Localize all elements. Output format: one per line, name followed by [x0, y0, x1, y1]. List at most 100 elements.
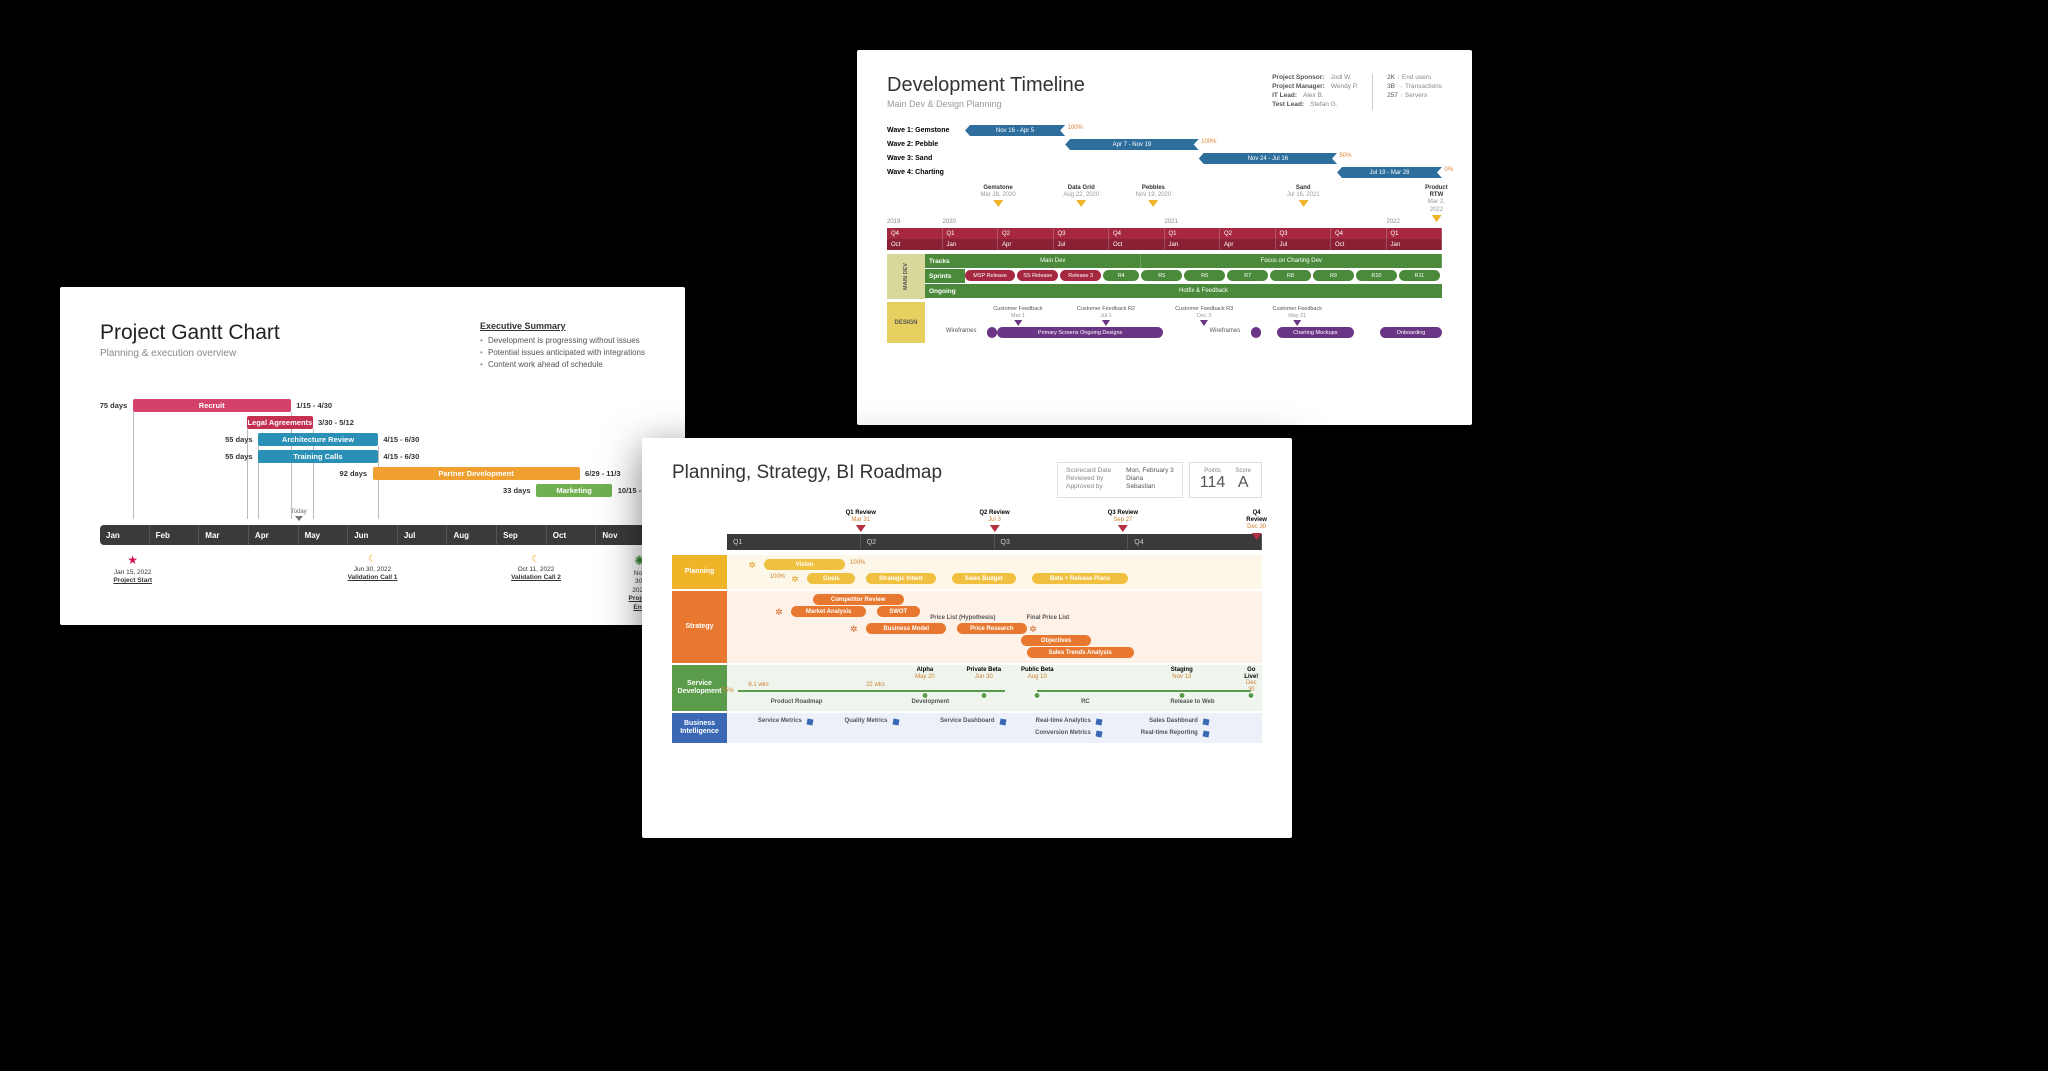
gantt-task-bar: Architecture Review — [258, 433, 378, 446]
quarter-scale: Q4Q1Q2Q3Q4Q1Q2Q3Q4Q1 — [887, 228, 1442, 239]
sprint-pill: R7 — [1227, 270, 1268, 281]
axis-month: May — [299, 525, 349, 545]
feedback-marker: Customer Feedback R2Jul 1 — [1077, 306, 1135, 326]
gantt-task-bar: Partner Development — [373, 467, 580, 480]
gear-icon: ✲ — [1029, 624, 1037, 635]
task-duration: 55 days — [225, 452, 253, 461]
bi-item: Real-time Reporting — [1141, 730, 1198, 736]
info-row: Project Sponsor:Jodi W. — [1272, 74, 1358, 81]
percent-label: 100% — [770, 574, 785, 580]
strategy-bar: Price Research — [957, 623, 1027, 634]
scorecard-row: Approved bySebastian — [1066, 483, 1174, 490]
task-dates: 4/15 - 6/30 — [383, 435, 419, 444]
dev-timeline-card: Development Timeline Main Dev & Design P… — [857, 50, 1472, 425]
sprint-pill: R9 — [1313, 270, 1354, 281]
strategy-bar: SWOT — [877, 606, 920, 617]
card2-subtitle: Main Dev & Design Planning — [887, 99, 1085, 109]
year-label: 2020 — [943, 219, 956, 225]
sprint-pill: R5 — [1141, 270, 1182, 281]
service-milestone: Public BetaAug 10 — [1021, 667, 1054, 680]
card1-title: Project Gantt Chart — [100, 321, 280, 345]
gear-icon: ✲ — [850, 624, 858, 635]
year-label: 2022 — [1387, 219, 1400, 225]
task-dates: 6/29 - 11/3 — [585, 469, 620, 478]
task-duration: 55 days — [225, 435, 253, 444]
wave-rows: Wave 1: GemstoneNov 16 - Apr 5100%Wave 2… — [887, 124, 1442, 179]
strategy-bar: Objectives — [1021, 635, 1091, 646]
score-box: Points 114 Score A — [1189, 462, 1262, 498]
sprint-pill: R11 — [1399, 270, 1440, 281]
year-label: 2021 — [1165, 219, 1178, 225]
milestone: ☾Jun 30, 2022Validation Call 1 — [348, 553, 398, 583]
dev-milestones: GemstoneMar 28, 2020 Data GridAug 22, 202… — [887, 185, 1442, 217]
month-axis: JanFebMarAprMayJunJulAugSepOctNov — [100, 525, 645, 545]
feedback-marker: Customer FeedbackMar 1 — [993, 306, 1043, 326]
bi-item: Quality Metrics — [844, 718, 887, 724]
planning-bar: Goals — [807, 573, 855, 584]
track-bar: Focus on Charting Dev — [1141, 254, 1442, 268]
axis-month: Jan — [100, 525, 150, 545]
bi-marker-icon — [1096, 719, 1103, 726]
milestone-row: ★Jan 15, 2022Project Start☾Jun 30, 2022V… — [100, 553, 645, 591]
dev-milestone: GemstoneMar 28, 2020 — [980, 185, 1015, 207]
design-pill: Onboarding — [1380, 327, 1442, 338]
wave-row: Wave 2: PebbleApr 7 - Nov 19100% — [887, 138, 1442, 151]
feedback-marker: Customer FeedbackMay 21 — [1272, 306, 1322, 326]
dev-milestone: Data GridAug 22, 2020 — [1063, 185, 1099, 207]
milestone-dot-icon — [1034, 692, 1041, 699]
summary-item: Development is progressing without issue… — [480, 335, 645, 347]
planning-bar: Strategic Intent — [866, 573, 936, 584]
gear-icon: ✲ — [775, 607, 783, 618]
axis-month: Nov — [596, 525, 645, 545]
bi-marker-icon — [999, 719, 1006, 726]
stat-row: 3B → Transactions — [1387, 83, 1442, 90]
gantt-task-bar: Marketing — [536, 484, 612, 497]
review-marker: Q4 ReviewDec 30 — [1246, 510, 1267, 540]
roadmap-card: Planning, Strategy, BI Roadmap Scorecard… — [642, 438, 1292, 838]
strategy-section: Strategy Competitor Review✲Market Analys… — [672, 591, 1262, 663]
axis-month: Feb — [150, 525, 200, 545]
milestone-dot-icon — [921, 692, 928, 699]
milestone-dot-icon — [1248, 692, 1255, 699]
wave-row: Wave 3: SandNov 24 - Jul 1650% — [887, 152, 1442, 165]
design-text: Wireframes — [946, 328, 977, 334]
service-milestone: StagingNov 13 — [1171, 667, 1193, 680]
dev-milestone: PebblesNov 19, 2020 — [1136, 185, 1172, 207]
axis-month: Mar — [199, 525, 249, 545]
strategy-bar: Market Analysis — [791, 606, 866, 617]
review-marker: Q3 ReviewSep 27 — [1108, 510, 1138, 532]
summary-heading: Executive Summary — [480, 321, 645, 331]
points-value: 114 — [1200, 474, 1226, 492]
bi-marker-icon — [807, 719, 814, 726]
maindev-label: MAIN DEV — [887, 254, 925, 299]
strategy-bar: Competitor Review — [813, 594, 904, 605]
planning-section: Planning ✲Vision✲GoalsStrategic IntentSa… — [672, 555, 1262, 589]
design-label: DESIGN — [887, 302, 925, 343]
bi-marker-icon — [1203, 719, 1210, 726]
review-markers: Q1 ReviewMar 31Q2 ReviewJul 3Q3 ReviewSe… — [727, 510, 1262, 534]
task-duration: 33 days — [503, 486, 531, 495]
scorecard-row: Reviewed byDiana — [1066, 475, 1174, 482]
task-dates: 3/30 - 5/12 — [318, 418, 354, 427]
design-pill: Charting Mockups — [1277, 327, 1355, 338]
executive-summary: Executive Summary Development is progres… — [480, 321, 645, 371]
axis-month: Jun — [348, 525, 398, 545]
service-milestone: Private BetaJun 30 — [966, 667, 1001, 680]
service-dev-section: Service Development AlphaMay 20Private B… — [672, 665, 1262, 711]
tracks-label: Tracks — [925, 254, 965, 268]
design-section: DESIGN Customer FeedbackMar 1 Customer Fe… — [887, 302, 1442, 343]
review-marker: Q2 ReviewJul 3 — [979, 510, 1009, 532]
bi-item: Sales Dashboard — [1149, 718, 1198, 724]
track-bar: Main Dev — [965, 254, 1141, 268]
gantt-task-bar: Recruit — [133, 399, 291, 412]
month-scale: OctJanAprJulOctJanAprJulOctJan — [887, 239, 1442, 250]
card3-title: Planning, Strategy, BI Roadmap — [672, 462, 942, 484]
info-row: Project Manager:Wendy P. — [1272, 83, 1358, 90]
gantt-task-bar: Training Calls — [258, 450, 378, 463]
card2-title: Development Timeline — [887, 74, 1085, 97]
strategy-text: Final Price List — [1027, 615, 1070, 621]
sprint-pill: R10 — [1356, 270, 1397, 281]
sprints-label: Sprints — [925, 269, 965, 283]
strategy-bar: Sales Trends Analysis — [1027, 647, 1134, 658]
service-milestone: AlphaMay 20 — [915, 667, 935, 680]
